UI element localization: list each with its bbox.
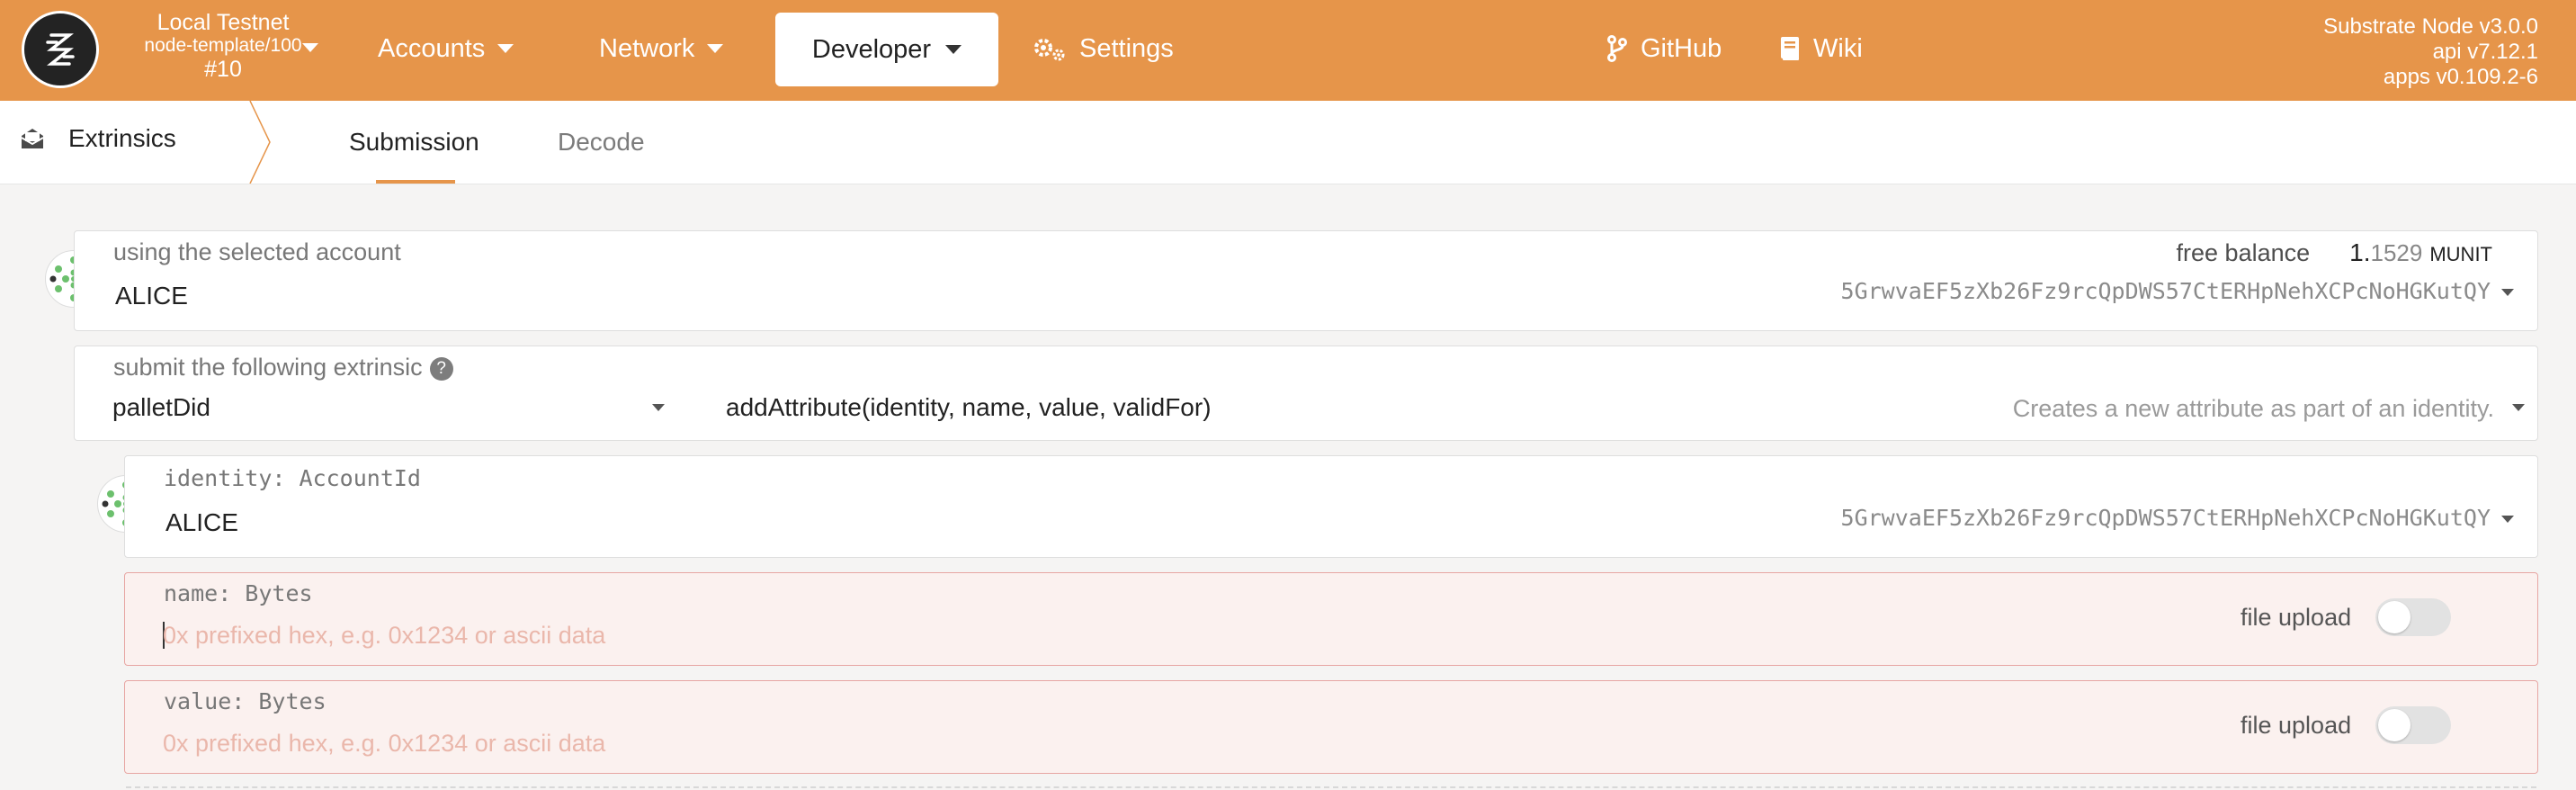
code-branch-icon (1607, 35, 1627, 62)
version-info: Substrate Node v3.0.0 api v7.12.1 apps v… (2323, 14, 2538, 90)
value-input[interactable]: 0x prefixed hex, e.g. 0x1234 or ascii da… (163, 724, 2142, 766)
extrinsics-section: Extrinsics (20, 124, 176, 153)
file-upload-toggle[interactable] (2375, 706, 2451, 744)
breadcrumb-divider (249, 101, 271, 184)
name-param-label: name: Bytes (164, 580, 313, 606)
method-dropdown[interactable]: addAttribute(identity, name, value, vali… (704, 388, 2525, 435)
value-param: value: Bytes 0x prefixed hex, e.g. 0x123… (124, 680, 2538, 774)
tab-decode[interactable]: Decode (558, 128, 645, 157)
gears-icon (1034, 39, 1065, 61)
extrinsic-label-text: submit the following extrinsic (113, 354, 423, 381)
chevron-down-icon (652, 404, 665, 411)
nav-network[interactable]: Network (599, 13, 724, 85)
nav-wiki[interactable]: Wiki (1779, 13, 1863, 85)
method-signature: addAttribute(identity, name, value, vali… (726, 393, 1212, 421)
free-balance-label: free balance (2176, 239, 2311, 266)
name-param: name: Bytes 0x prefixed hex, e.g. 0x1234… (124, 572, 2538, 666)
account-name: ALICE (115, 282, 188, 310)
top-nav-bar: Local Testnet node-template/100 #10 Acco… (0, 0, 2576, 101)
chevron-down-icon[interactable] (302, 43, 318, 52)
name-input[interactable]: 0x prefixed hex, e.g. 0x1234 or ascii da… (163, 616, 2142, 658)
file-upload-toggle[interactable] (2375, 598, 2451, 636)
active-tab-indicator (376, 180, 455, 184)
balance-unit: MUNIT (2429, 243, 2492, 265)
tab-submission[interactable]: Submission (349, 128, 479, 157)
book-icon (1781, 37, 1799, 60)
nav-github[interactable]: GitHub (1606, 13, 1722, 85)
node-version: Substrate Node v3.0.0 (2323, 14, 2538, 39)
account-address: 5GrwvaEF5zXb26Fz9rcQpDWS57CtERHpNehXCPcN… (1840, 278, 2491, 304)
chevron-down-icon (2512, 404, 2525, 411)
identity-address: 5GrwvaEF5zXb26Fz9rcQpDWS57CtERHpNehXCPcN… (1840, 505, 2491, 531)
nav-network-label: Network (599, 33, 695, 63)
nav-settings[interactable]: Settings (1033, 13, 1174, 85)
extrinsic-label: submit the following extrinsic? (113, 354, 453, 382)
chain-selector[interactable]: Local Testnet node-template/100 #10 (115, 11, 331, 82)
apps-version: apps v0.109.2-6 (2383, 65, 2538, 89)
extrinsic-selector: submit the following extrinsic? palletDi… (74, 346, 2538, 441)
api-version: api v7.12.1 (2432, 40, 2538, 64)
file-upload-label: file upload (2241, 712, 2352, 739)
name-input-placeholder: 0x prefixed hex, e.g. 0x1234 or ascii da… (163, 622, 606, 649)
toggle-knob (2378, 601, 2411, 633)
help-icon[interactable]: ? (429, 357, 453, 381)
chevron-down-icon[interactable] (2501, 516, 2514, 523)
nav-wiki-label: Wiki (1813, 33, 1863, 63)
nav-accounts-label: Accounts (378, 33, 486, 63)
section-title: Extrinsics (68, 124, 176, 152)
nav-developer-label: Developer (811, 34, 932, 64)
identity-param-label: identity: AccountId (164, 465, 421, 491)
runtime-version: node-template/100 (144, 35, 302, 57)
free-balance: free balance 1. 1529 MUNIT (2177, 238, 2492, 267)
method-description: Creates a new attribute as part of an id… (2012, 395, 2494, 422)
pallet-dropdown[interactable]: palletDid (75, 388, 668, 435)
identity-account-name: ALICE (165, 508, 238, 536)
value-input-placeholder: 0x prefixed hex, e.g. 0x1234 or ascii da… (163, 730, 606, 757)
block-number: #10 (204, 57, 242, 83)
balance-decimal: 1529 (2370, 239, 2423, 266)
identity-param[interactable]: identity: AccountId ALICE 5GrwvaEF5zXb26… (124, 455, 2538, 558)
file-upload-label: file upload (2241, 604, 2352, 631)
value-param-label: value: Bytes (164, 688, 326, 714)
nav-github-label: GitHub (1641, 33, 1722, 63)
chevron-down-icon (945, 45, 962, 54)
envelope-open-icon (21, 129, 44, 148)
polkadot-js-logo-icon[interactable] (22, 11, 99, 88)
chevron-down-icon[interactable] (2501, 289, 2514, 296)
nav-developer[interactable]: Developer (775, 13, 998, 86)
sub-nav-bar: Extrinsics Submission Decode (0, 101, 2576, 184)
chevron-down-icon (707, 44, 724, 53)
chain-name: Local Testnet (157, 10, 290, 35)
balance-integer: 1. (2349, 238, 2371, 266)
account-selector[interactable]: using the selected account ALICE free ba… (74, 230, 2538, 331)
account-label: using the selected account (113, 238, 401, 265)
nav-settings-label: Settings (1079, 33, 1174, 63)
chevron-down-icon (497, 44, 514, 53)
section-divider (126, 786, 2536, 788)
pallet-name: palletDid (112, 393, 210, 421)
toggle-knob (2378, 709, 2411, 741)
nav-accounts[interactable]: Accounts (378, 13, 514, 85)
